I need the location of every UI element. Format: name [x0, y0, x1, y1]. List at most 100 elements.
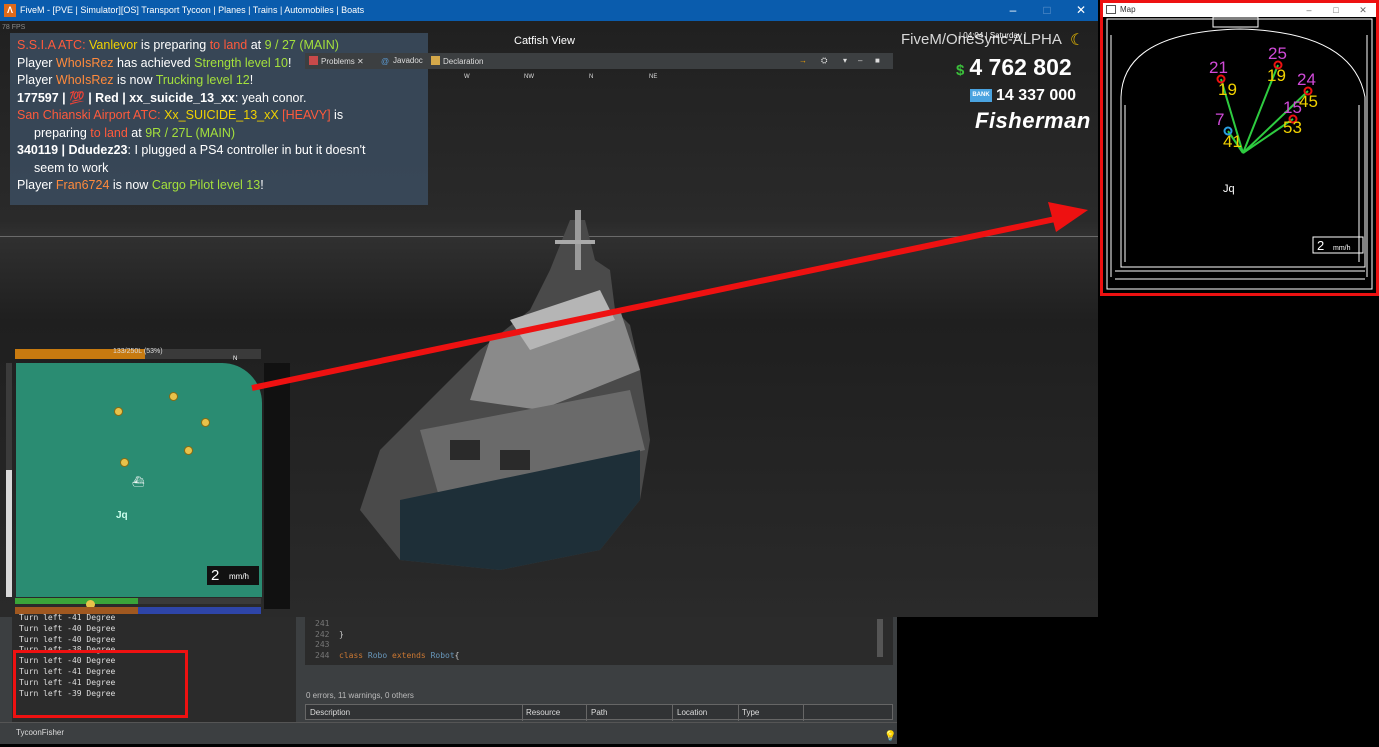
- column-location[interactable]: Location: [677, 708, 707, 717]
- map-label: 19: [1218, 80, 1237, 99]
- compass-w: W: [464, 74, 470, 80]
- chat-segment: [HEAVY]: [278, 108, 331, 122]
- speedometer: 2 mm/h: [207, 566, 259, 585]
- chat-segment: is now: [113, 73, 156, 87]
- map-blip: [169, 392, 178, 401]
- title-bar: Λ FiveM - [PVE | Simulator][OS] Transpor…: [0, 0, 1098, 21]
- map-window: Map – □ ✕ 21 19 25 19 24 15 45 7 41 53 J…: [1100, 0, 1379, 296]
- chat-segment: to land: [209, 38, 248, 52]
- minimize-panel-button[interactable]: –: [858, 56, 862, 65]
- chat-line: Player WhoIsRez is now Trucking level 12…: [17, 72, 421, 90]
- chat-line: 340119 | Ddudez23: I plugged a PS4 contr…: [17, 142, 421, 160]
- map-title-bar: Map – □ ✕: [1103, 3, 1376, 17]
- map-label: 45: [1299, 92, 1318, 111]
- chat-segment: is: [330, 108, 344, 122]
- column-type[interactable]: Type: [742, 708, 759, 717]
- map-label: 53: [1283, 118, 1302, 137]
- filter-icon[interactable]: ⛭: [821, 56, 827, 66]
- map-label: 19: [1267, 66, 1286, 85]
- stamina-fill: [6, 470, 12, 597]
- close-button[interactable]: ✕: [1064, 0, 1098, 21]
- console-line: Turn left -41 Degree: [19, 613, 116, 622]
- chat-line: San Chianski Airport ATC: Xx_SUICIDE_13_…: [17, 107, 421, 125]
- health-fill: [15, 598, 138, 604]
- column-path[interactable]: Path: [591, 708, 607, 717]
- column-description[interactable]: Description: [310, 708, 350, 717]
- map-canvas: 21 19 25 19 24 15 45 7 41 53 Jq 2 mm/h: [1106, 17, 1373, 290]
- tab-javadoc[interactable]: @ Javadoc: [381, 56, 423, 66]
- compass-location-label: Catfish View: [514, 35, 575, 47]
- maximize-panel-button[interactable]: ■: [875, 56, 880, 65]
- chat-segment: to land: [90, 125, 128, 140]
- cash-symbol: $: [956, 62, 965, 79]
- chat-segment: at: [247, 38, 265, 52]
- line-number: 242: [315, 629, 330, 639]
- chat-segment: 177597 |: [17, 90, 70, 105]
- map-blip: [201, 418, 210, 427]
- minimap: ⛴ Jq: [16, 363, 262, 597]
- editor-scrollbar[interactable]: [877, 619, 883, 657]
- tab-declaration[interactable]: Declaration: [431, 56, 483, 66]
- fuel-text: 133/250L (53%): [113, 348, 163, 355]
- bank-display: BANK 14 337 000: [970, 87, 1076, 105]
- maximize-button[interactable]: □: [1030, 0, 1064, 21]
- problems-tab-bar: Problems ✕ @ Javadoc Declaration → ⛭ ▾ – …: [305, 53, 893, 69]
- map-speed-unit: mm/h: [1333, 245, 1351, 252]
- column-resource[interactable]: Resource: [526, 708, 560, 717]
- chat-segment: is now: [109, 178, 152, 192]
- chat-segment: 9R / 27L (MAIN): [145, 125, 236, 140]
- chat-segment: has achieved: [113, 55, 195, 70]
- map-label: 21: [1209, 58, 1228, 77]
- chat-segment: at: [127, 125, 146, 140]
- status-project-name: TycoonFisher: [16, 728, 65, 737]
- declaration-icon: [431, 56, 440, 65]
- chat-segment: is preparing: [137, 38, 210, 52]
- arrow-icon[interactable]: →: [799, 56, 807, 65]
- bank-icon: BANK: [970, 89, 992, 103]
- chat-segment: !: [287, 55, 292, 70]
- north-marker: N: [233, 356, 238, 362]
- tab-declaration-label: Declaration: [443, 57, 484, 66]
- console-highlight-box: [13, 650, 188, 718]
- map-minimize-button[interactable]: –: [1296, 3, 1322, 17]
- console-line: Turn left -40 Degree: [19, 623, 116, 633]
- problems-summary: 0 errors, 11 warnings, 0 others: [306, 691, 414, 700]
- problems-table-header: Description Resource Path Location Type: [305, 704, 893, 721]
- view-menu-icon[interactable]: ▾: [843, 56, 847, 65]
- moon-icon: ☾: [1070, 32, 1085, 49]
- chat-segment: San Chianski Airport ATC:: [17, 108, 165, 122]
- chat-segment: 💯: [69, 90, 85, 105]
- console-line: Turn left -40 Degree: [19, 634, 116, 644]
- lightbulb-icon[interactable]: 💡: [884, 727, 896, 747]
- map-app-icon: [1106, 5, 1116, 14]
- minimize-button[interactable]: –: [996, 0, 1030, 21]
- chat-segment: S.S.I.A ATC:: [17, 38, 90, 52]
- compass-n: N: [589, 74, 594, 80]
- line-number: 243: [315, 640, 330, 649]
- code-editor[interactable]: 241 242} 243 244 class Robo extends Robot{: [305, 617, 893, 665]
- chat-line: 177597 | 💯 | Red | xx_suicide_13_xx: yea…: [17, 90, 421, 108]
- tab-problems[interactable]: Problems ✕: [309, 56, 364, 66]
- map-jq-label: Jq: [1223, 183, 1235, 195]
- chat-segment: preparing: [34, 125, 91, 140]
- map-close-button[interactable]: ✕: [1350, 3, 1376, 17]
- chat-segment: 9 / 27 (MAIN): [264, 38, 339, 52]
- health-bar: [15, 598, 261, 604]
- map-blip: [184, 446, 193, 455]
- chat-line: preparing to land at 9R / 27L (MAIN): [17, 125, 421, 143]
- chat-segment: Cargo Pilot level 13: [151, 178, 261, 192]
- chat-segment: Trucking level 12: [155, 73, 250, 87]
- armor-fill: [138, 607, 261, 614]
- line-number: 244: [315, 650, 330, 660]
- status-strips: [264, 363, 290, 609]
- line-number: 241: [315, 619, 330, 628]
- chat-segment: 340119 | Ddudez23: [17, 143, 128, 157]
- chat-segment: WhoIsRez: [55, 73, 114, 87]
- chat-segment: Player: [17, 73, 56, 87]
- map-maximize-button[interactable]: □: [1323, 3, 1349, 17]
- compass-nw: NW: [524, 74, 534, 80]
- speed-unit: mm/h: [229, 572, 249, 581]
- map-label: 41: [1223, 132, 1242, 151]
- chat-segment: Xx_SUICIDE_13_xX: [164, 108, 279, 122]
- compass-ne: NE: [649, 74, 658, 80]
